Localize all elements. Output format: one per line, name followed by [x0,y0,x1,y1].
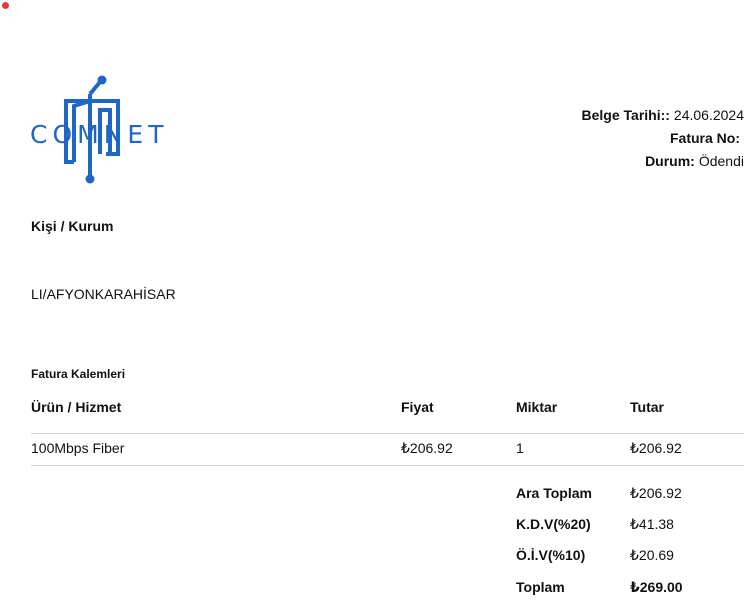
row-product: 100Mbps Fiber [31,440,125,456]
items-title: Fatura Kalemleri [31,367,126,381]
date-value: 24.06.2024 [673,107,744,123]
row-total: ₺206.92 [630,440,682,456]
oiv-label: Ö.İ.V(%10) [516,547,586,563]
oiv-value: ₺20.69 [630,547,674,563]
status-label: Durum: [645,153,695,169]
party-title: Kişi / Kurum [31,218,114,234]
date-label: Belge Tarihi:: [581,107,670,123]
header-quantity: Miktar [516,399,558,415]
status-row: Durum: Ödendi [582,150,744,173]
header-divider [31,433,744,434]
vat-value: ₺41.38 [630,516,674,532]
status-dot [2,2,9,9]
company-logo: COMNET [30,74,163,186]
invoice-no-row: Fatura No: [582,127,745,150]
document-meta: Belge Tarihi:: 24.06.2024 Fatura No: Duru… [582,104,745,173]
items-divider [31,465,744,466]
invoice-no-label: Fatura No: [670,130,740,146]
logo-text: COMNET [30,120,169,149]
status-value: Ödendi [698,153,744,169]
header-total: Tutar [630,399,664,415]
party-city: LI/AFYONKARAHİSAR [31,286,176,302]
row-quantity: 1 [516,440,524,456]
subtotal-value: ₺206.92 [630,485,682,501]
header-price: Fiyat [401,399,434,415]
total-value: ₺269.00 [630,579,683,595]
subtotal-label: Ara Toplam [516,485,592,501]
date-row: Belge Tarihi:: 24.06.2024 [582,104,745,127]
vat-label: K.D.V(%20) [516,516,591,532]
row-price: ₺206.92 [401,440,453,456]
header-product: Ürün / Hizmet [31,399,122,415]
total-label: Toplam [516,579,565,595]
